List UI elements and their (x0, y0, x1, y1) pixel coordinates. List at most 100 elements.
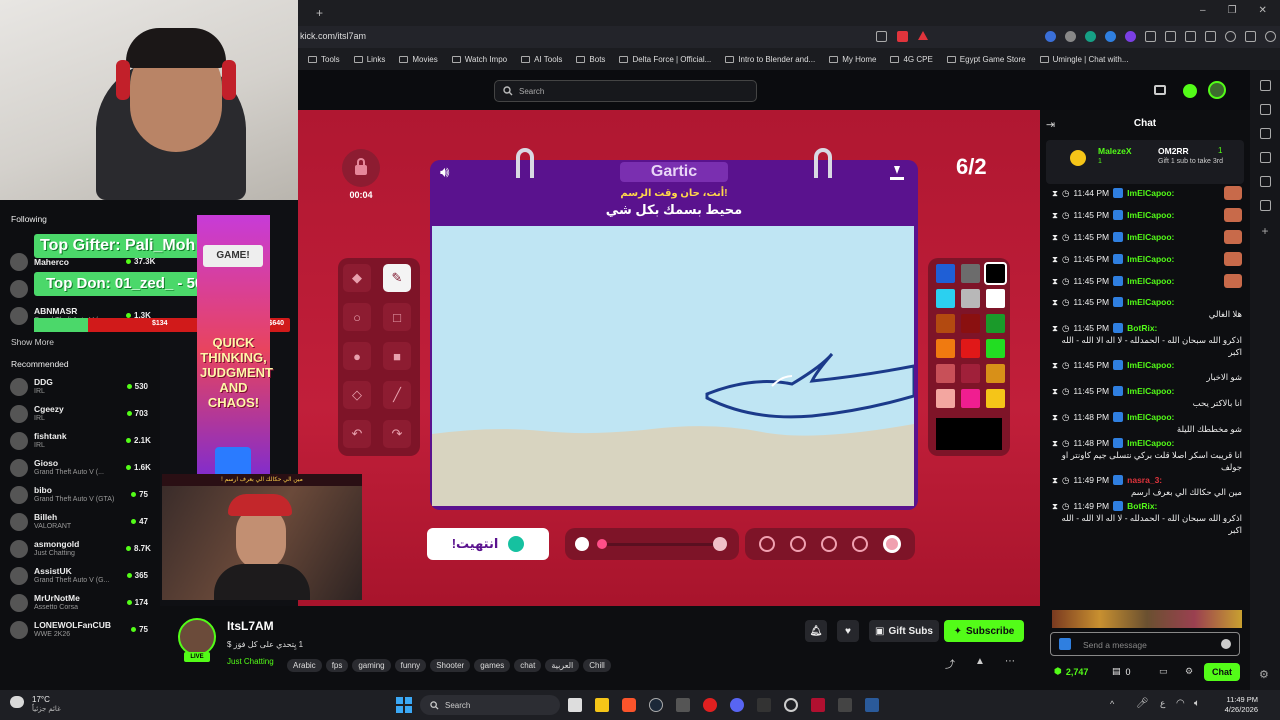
chat-username[interactable]: ImElCapoo: (1127, 209, 1174, 221)
chat-message[interactable]: ⧗ ◷ 11:49 PM BotRix: اذكرو الله سبحان الله -… (1052, 500, 1242, 536)
brave-rewards-icon[interactable] (918, 31, 928, 40)
size-option[interactable] (758, 536, 775, 552)
color-swatch[interactable] (961, 339, 980, 358)
mod-tools-icon[interactable]: ⧗ (1052, 296, 1058, 308)
line-tool[interactable]: ╱ (383, 381, 411, 409)
chat-username[interactable]: ImElCapoo: (1127, 385, 1174, 397)
color-swatch[interactable] (961, 389, 980, 408)
chat-settings-icon[interactable]: ⚙ (1185, 666, 1193, 677)
vpn-icon[interactable] (1225, 31, 1236, 42)
kick-notification-icon[interactable] (1183, 84, 1197, 98)
shield-icon[interactable] (1245, 31, 1256, 42)
chat-username[interactable]: ImElCapoo: (1127, 296, 1174, 308)
color-swatch[interactable] (936, 314, 955, 333)
gift-subs-button[interactable]: ▣ Gift Subs (869, 620, 939, 642)
color-swatch[interactable] (986, 364, 1005, 383)
chat-message[interactable]: ⧗ ◷ 11:49 PM nasra_3: مين الي حكالك الي بعرف… (1052, 474, 1242, 498)
url-text[interactable]: kick.com/itsl7am (300, 31, 366, 41)
sidebar-pin-icon[interactable] (1259, 80, 1271, 91)
bookmark-item[interactable]: Intro to Blender and... (725, 55, 815, 64)
color-swatch[interactable] (936, 364, 955, 383)
task-view-icon[interactable] (568, 698, 582, 712)
stream-tag[interactable]: العربية (545, 659, 580, 672)
sidebar-channel-item[interactable]: MrUrNotMe Assetto Corsa 174 (0, 589, 160, 616)
stream-tag[interactable]: games (474, 659, 511, 672)
steam-icon[interactable] (649, 698, 663, 712)
more-options-icon[interactable]: ⋯ (1005, 656, 1015, 667)
clock-date[interactable]: 4/26/2026 (1212, 705, 1258, 714)
bookmark-item[interactable]: Tools (308, 55, 340, 64)
stream-tag[interactable]: funny (394, 659, 427, 672)
channel-avatar[interactable] (178, 618, 216, 656)
stream-tag[interactable]: Chill (583, 659, 611, 672)
microphone-icon[interactable]: 🎤︎ (1136, 698, 1149, 709)
channel-name[interactable]: ItsL7AM (227, 619, 274, 633)
sidebar-channel-item[interactable]: Billeh VALORANT 47 (0, 508, 160, 535)
done-button[interactable]: انتهيت! (427, 528, 549, 560)
drawing-canvas[interactable] (432, 226, 914, 506)
mod-tools-icon[interactable]: ⧗ (1052, 359, 1058, 371)
chat-username[interactable]: ImElCapoo: (1127, 187, 1174, 199)
stream-tag[interactable]: chat (514, 659, 542, 672)
size-option[interactable] (789, 536, 806, 552)
color-swatch[interactable] (961, 264, 980, 283)
weather-temp[interactable]: 17°C (32, 695, 50, 704)
app-icon[interactable] (703, 698, 717, 712)
mod-tools-icon[interactable]: ⧗ (1052, 231, 1058, 243)
chat-message[interactable]: ⧗ ◷ 11:48 PM ImElCapoo: انا قريبت اسكر اصلا … (1052, 437, 1242, 473)
emoji-picker-icon[interactable] (1221, 639, 1231, 649)
stream-category[interactable]: Just Chatting (227, 657, 274, 666)
profile-icon[interactable] (1265, 31, 1276, 42)
chat-message[interactable]: ⧗ ◷ 11:45 PM ImElCapoo: (1052, 230, 1242, 244)
color-swatch[interactable] (961, 314, 980, 333)
color-swatch[interactable] (936, 339, 955, 358)
eraser-tool[interactable]: ◆ (343, 264, 371, 292)
taskbar-search[interactable]: Search (420, 695, 560, 715)
mod-tools-icon[interactable]: ⧗ (1052, 322, 1058, 334)
user-avatar[interactable] (1208, 81, 1226, 99)
stream-tag[interactable]: fps (325, 659, 349, 672)
fill-bucket-tool[interactable]: ◇ (343, 381, 371, 409)
sidebar-channel-item[interactable]: fishtank IRL 2.1K (0, 427, 160, 454)
size-option-selected[interactable] (883, 535, 902, 553)
share-icon[interactable] (876, 31, 887, 42)
bookmark-item[interactable]: Watch Impo (451, 55, 507, 64)
rectangle-fill-tool[interactable]: ■ (383, 342, 411, 370)
search-input[interactable]: Search (494, 80, 757, 102)
mod-tools-icon[interactable]: ⧗ (1052, 474, 1058, 486)
app-icon[interactable] (811, 698, 825, 712)
bookmark-item[interactable]: Delta Force | Official... (619, 55, 711, 64)
report-icon[interactable]: ▲ (975, 656, 985, 667)
channel-points[interactable]: ⬢ 2,747 (1054, 666, 1088, 677)
size-option[interactable] (820, 536, 837, 552)
sidebar-toggle-icon[interactable] (1165, 31, 1176, 42)
app-icon[interactable] (757, 698, 771, 712)
color-swatch[interactable] (986, 314, 1005, 333)
sound-icon[interactable]: 🔊︎ (440, 164, 449, 181)
chat-message[interactable]: ⧗ ◷ 11:45 PM BotRix: اذكرو الله سبحان الله -… (1052, 322, 1242, 358)
bookmark-item[interactable]: AI Tools (521, 55, 562, 64)
chat-message[interactable]: ⧗ ◷ 11:48 PM ImElCapoo: شو مخططك الليلة (1052, 411, 1242, 435)
bookmark-item[interactable]: Umingle | Chat with... (1039, 55, 1129, 64)
close-window-button[interactable]: ✕ (1259, 5, 1267, 16)
share-icon[interactable]: ⤴ (945, 656, 955, 671)
color-swatch[interactable] (936, 389, 955, 408)
mod-tools-icon[interactable]: ⧗ (1052, 187, 1058, 199)
sidebar-channel-item[interactable]: bibo Grand Theft Auto V (GTA) 75 (0, 481, 160, 508)
language-indicator[interactable]: ع (1160, 698, 1165, 709)
chat-username[interactable]: ImElCapoo: (1127, 275, 1174, 287)
discord-icon[interactable] (730, 698, 744, 712)
sidebar-reading-list-icon[interactable] (1259, 104, 1271, 115)
sidebar-settings-icon[interactable]: ⚙ (1259, 668, 1269, 681)
chat-username[interactable]: BotRix: (1127, 500, 1157, 512)
undo-tool[interactable]: ↶ (343, 420, 371, 448)
sidebar-wallet-icon[interactable] (1259, 176, 1271, 187)
bookmark-item[interactable]: Bots (576, 55, 605, 64)
circle-fill-tool[interactable]: ● (343, 342, 371, 370)
mod-tools-icon[interactable]: ⧗ (1052, 437, 1058, 449)
stream-tag[interactable]: Arabic (287, 659, 322, 672)
mod-tools-icon[interactable]: ⧗ (1052, 385, 1058, 397)
app-icon[interactable] (865, 698, 879, 712)
chat-message[interactable]: ⧗ ◷ 11:44 PM ImElCapoo: (1052, 186, 1242, 200)
tray-overflow-icon[interactable]: ^ (1110, 699, 1114, 709)
